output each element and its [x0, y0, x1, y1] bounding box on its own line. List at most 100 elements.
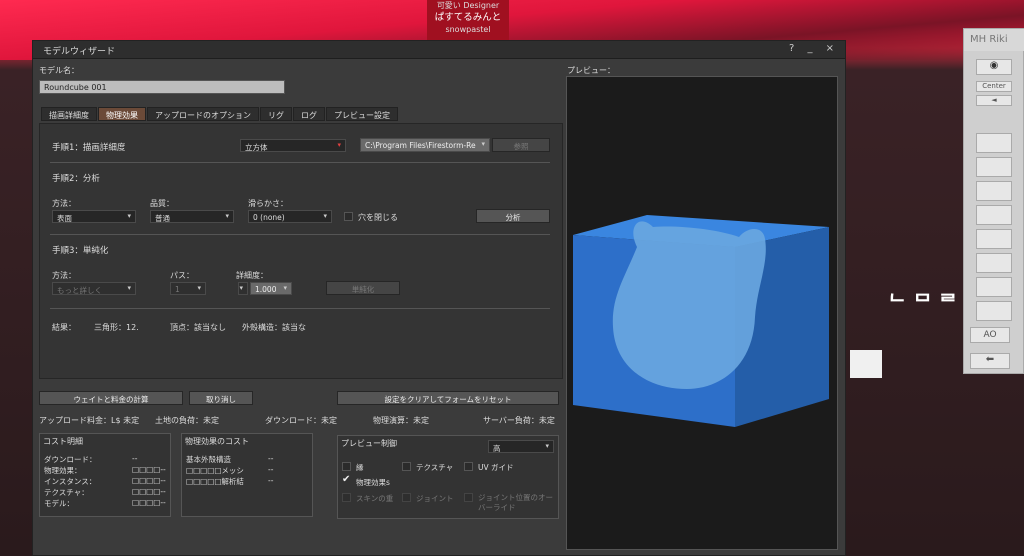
hud-button-2[interactable]: [976, 157, 1012, 177]
physics-cost-row-label: □□□□□メッシ: [186, 466, 244, 475]
preview-lod-select[interactable]: 高: [488, 440, 554, 453]
hud-button-5[interactable]: [976, 229, 1012, 249]
left-arrow-icon[interactable]: ◄: [976, 95, 1012, 106]
uv-guide-checkbox[interactable]: [464, 462, 473, 471]
edges-checkbox[interactable]: [342, 462, 351, 471]
results-vertices: 頂点：該当なし: [170, 323, 226, 332]
tab-rig[interactable]: リグ: [260, 107, 292, 121]
fee-land: 土地の負荷：未定: [155, 416, 219, 425]
ao-button[interactable]: AO: [970, 327, 1010, 343]
texture-checkbox[interactable]: [402, 462, 411, 471]
physics-cost-row-label: □□□□□解析結: [186, 477, 244, 486]
cost-row-label: 物理効果：: [44, 466, 82, 475]
cost-row-value: □□□□--: [132, 465, 166, 474]
tab-physics[interactable]: 物理効果: [98, 107, 146, 121]
separator-2: [50, 234, 550, 235]
browse-button[interactable]: 参照: [492, 138, 550, 152]
physics-cost-box: 物理効果のコスト 基本外殻構造 -- □□□□□メッシ -- □□□□□解析結 …: [181, 433, 313, 517]
cost-row-value: --: [132, 454, 138, 463]
physics-cost-row-value: --: [268, 476, 274, 485]
texture-label: テクスチャ: [416, 463, 454, 472]
physics-cost-title: 物理効果のコスト: [185, 437, 249, 446]
preview-controls-box: プレビュー制御 高 縁 テクスチャ UV ガイド ✔ 物理効果s スキンの重 ジ…: [337, 435, 559, 519]
center-button[interactable]: Center: [976, 81, 1012, 92]
cost-breakdown-box: コスト明細 ダウンロード： -- 物理効果： □□□□-- インスタンス： □□…: [39, 433, 171, 517]
results-triangles: 三角形：12.: [94, 323, 139, 332]
step2-smooth-label: 滑らかさ：: [248, 199, 288, 208]
cube-preview-graphic: [573, 215, 829, 427]
tab-preview-settings[interactable]: プレビュー設定: [326, 107, 398, 121]
step3-detail-field[interactable]: 1.000: [250, 282, 292, 295]
separator-3: [50, 308, 550, 309]
eye-icon[interactable]: ◉: [976, 59, 1012, 75]
physics-cost-row-label: 基本外殻構造: [186, 455, 231, 464]
tab-lod[interactable]: 描画詳細度: [41, 107, 97, 121]
model-preview-viewport[interactable]: [566, 76, 838, 550]
hud-button-4[interactable]: [976, 205, 1012, 225]
hud-title: MH Riki: [964, 29, 1024, 51]
fee-upload: アップロード料金：L$ 未定: [39, 416, 140, 425]
cost-row-label: インスタンス：: [44, 477, 97, 486]
edges-label: 縁: [356, 463, 364, 472]
step2-quality-select[interactable]: 普通: [150, 210, 234, 223]
step3-title: 手順3：単純化: [52, 246, 109, 256]
step3-method-select[interactable]: もっと詳しく: [52, 282, 136, 295]
hud-panel: MH Riki ◉ Center ◄ AO ⬅: [963, 28, 1024, 374]
physics-cost-row-value: --: [268, 454, 274, 463]
hud-button-1[interactable]: [976, 133, 1012, 153]
simplify-button[interactable]: 単純化: [326, 281, 400, 295]
window-titlebar[interactable]: モデルウィザード ? _ ×: [33, 41, 845, 59]
skin-weight-label: スキンの重: [356, 494, 394, 503]
close-holes-checkbox[interactable]: [344, 212, 353, 221]
window-controls[interactable]: ? _ ×: [789, 43, 839, 54]
fee-physics: 物理演算：未定: [373, 416, 429, 425]
calculate-button[interactable]: ウェイトと料金の計算: [39, 391, 183, 405]
cancel-button[interactable]: 取り消し: [189, 391, 253, 405]
cost-row-value: □□□□--: [132, 476, 166, 485]
hud-button-8[interactable]: [976, 301, 1012, 321]
step2-smooth-select[interactable]: 0 (none): [248, 210, 332, 223]
physics-label: 物理効果s: [356, 478, 390, 487]
model-name-field[interactable]: Roundcube 001: [39, 80, 285, 94]
cost-row-value: □□□□--: [132, 487, 166, 496]
cost-row-label: テクスチャ：: [44, 488, 89, 497]
reset-form-button[interactable]: 設定をクリアしてフォームをリセット: [337, 391, 559, 405]
physics-cost-row-value: --: [268, 465, 274, 474]
hud-button-7[interactable]: [976, 277, 1012, 297]
step3-detail-label: 詳細度：: [236, 271, 268, 280]
results-hull: 外殻構造：該当な: [242, 323, 306, 332]
uv-guide-label: UV ガイド: [478, 463, 514, 472]
physics-check-icon[interactable]: ✔: [342, 474, 350, 485]
skin-weight-checkbox[interactable]: [342, 493, 351, 502]
cost-row-value: □□□□--: [132, 498, 166, 507]
step1-title: 手順1：描画詳細度: [52, 143, 126, 153]
physics-tab-panel: 手順1：描画詳細度 立方体 C:\Program Files\Firestorm…: [39, 123, 563, 379]
avatar-nametag: 可愛い Designer ぱすてるみんと snowpastel: [427, 0, 509, 40]
back-arrow-icon[interactable]: ⬅: [970, 353, 1010, 369]
cost-breakdown-title: コスト明細: [43, 437, 83, 446]
step3-pass-select[interactable]: 1: [170, 282, 206, 295]
separator-1: [50, 162, 550, 163]
step1-path-field[interactable]: C:\Program Files\Firestorm-Re: [360, 138, 490, 152]
detail-spinner[interactable]: [238, 282, 248, 295]
results-label: 結果：: [52, 323, 76, 332]
nametag-display-name: ぱすてるみんと: [434, 12, 502, 23]
analyze-button[interactable]: 分析: [476, 209, 550, 223]
step1-shape-select[interactable]: 立方体: [240, 139, 346, 152]
joint-checkbox[interactable]: [402, 493, 411, 502]
model-name-label: モデル名：: [39, 66, 79, 75]
hud-button-3[interactable]: [976, 181, 1012, 201]
tab-upload-options[interactable]: アップロードのオプション: [147, 107, 259, 121]
joint-label: ジョイント: [416, 494, 454, 503]
step2-method-select[interactable]: 表面: [52, 210, 136, 223]
fee-server: サーバー負荷：未定: [483, 416, 555, 425]
nametag-group: 可愛い Designer: [436, 1, 500, 10]
step3-pass-label: パス：: [170, 271, 194, 280]
joint-override-checkbox[interactable]: [464, 493, 473, 502]
tab-log[interactable]: ログ: [293, 107, 325, 121]
tab-bar: 描画詳細度 物理効果 アップロードのオプション リグ ログ プレビュー設定: [41, 107, 399, 121]
background-sign-text: ᄅ ᄆ ᄀ: [888, 281, 958, 305]
hud-button-6[interactable]: [976, 253, 1012, 273]
close-holes-label: 穴を閉じる: [358, 213, 398, 222]
cost-row-label: ダウンロード：: [44, 455, 97, 464]
